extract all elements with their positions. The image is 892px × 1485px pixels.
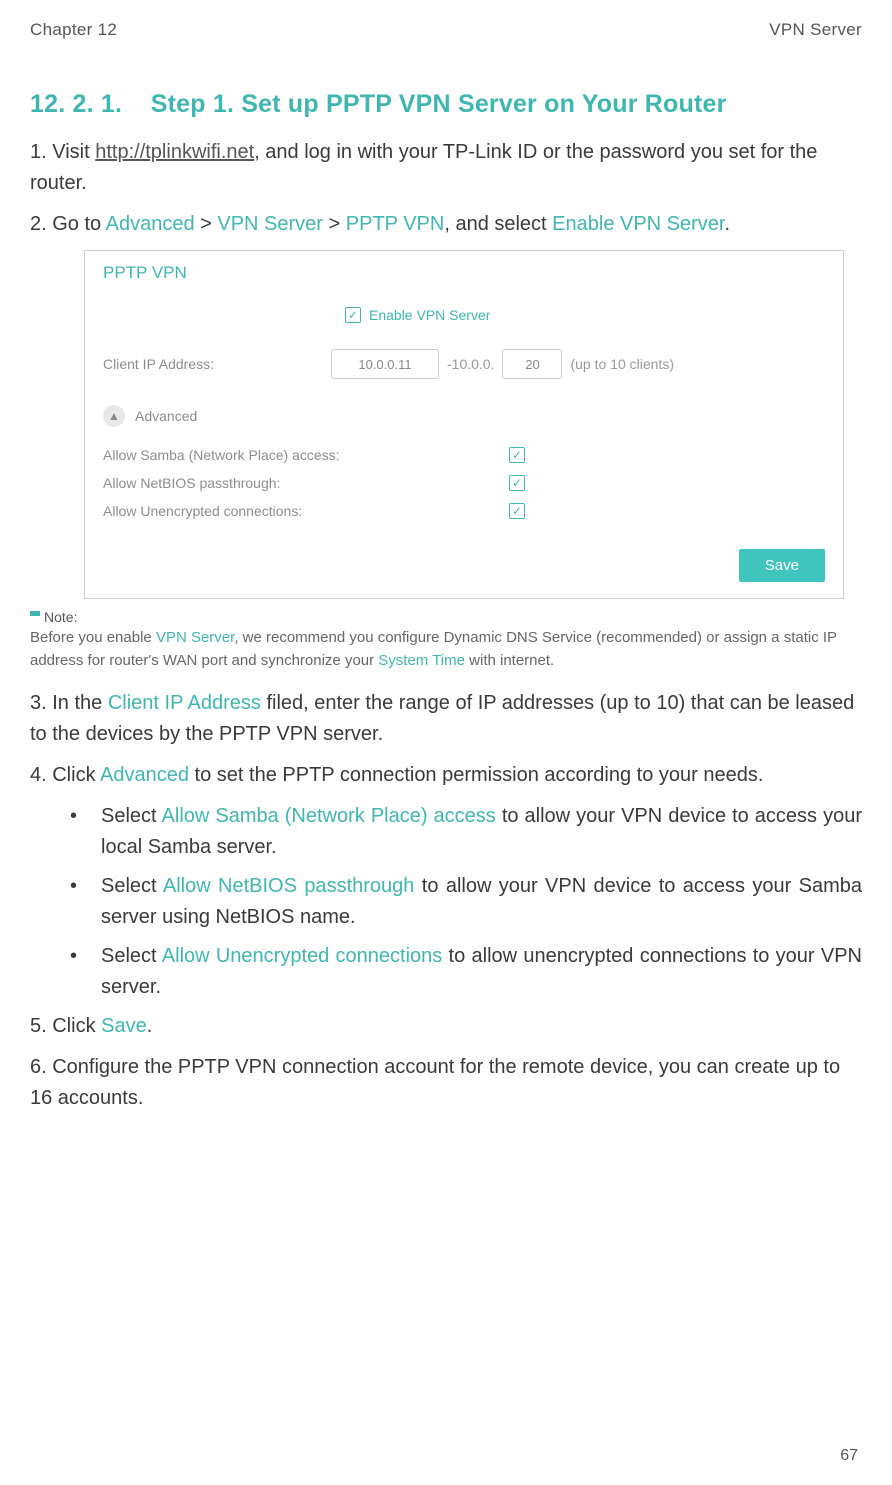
tplink-url[interactable]: http://tplinkwifi.net: [95, 141, 254, 163]
text: >: [195, 213, 218, 235]
text: 1. Visit: [30, 141, 95, 163]
hl-client-ip: Client IP Address: [108, 692, 261, 714]
text: Before you enable: [30, 629, 156, 646]
heading-number: 12. 2. 1.: [30, 90, 122, 118]
advanced-label: Advanced: [135, 408, 197, 424]
hl-allow-samba: Allow Samba (Network Place) access: [162, 805, 496, 827]
section-label: VPN Server: [769, 20, 862, 40]
text: Select: [101, 805, 162, 827]
nav-advanced: Advanced: [106, 213, 195, 235]
bullet-1: • Select Allow Samba (Network Place) acc…: [30, 801, 862, 863]
step-2: 2. Go to Advanced > VPN Server > PPTP VP…: [30, 209, 862, 240]
allow-netbios-label: Allow NetBIOS passthrough:: [103, 475, 413, 491]
allow-unencrypted-label: Allow Unencrypted connections:: [103, 503, 413, 519]
panel-title: PPTP VPN: [85, 251, 843, 301]
enable-vpn-checkbox[interactable]: ✓: [345, 307, 361, 323]
ip-range-prefix: -10.0.0.: [447, 356, 494, 372]
step-1: 1. Visit http://tplinkwifi.net, and log …: [30, 137, 862, 199]
allow-samba-row: Allow Samba (Network Place) access: ✓: [85, 441, 843, 469]
nav-pptp-vpn: PPTP VPN: [346, 213, 445, 235]
note-icon: [30, 611, 40, 621]
save-button[interactable]: Save: [739, 549, 825, 582]
text: >: [323, 213, 346, 235]
ip-hint: (up to 10 clients): [570, 356, 674, 372]
allow-netbios-checkbox[interactable]: ✓: [509, 475, 525, 491]
client-ip-start-input[interactable]: [331, 349, 439, 379]
text: Select: [101, 875, 163, 897]
text: , and select: [444, 213, 552, 235]
step-3: 3. In the Client IP Address filed, enter…: [30, 688, 862, 750]
enable-vpn-label: Enable VPN Server: [369, 307, 490, 323]
bullet-icon: •: [70, 871, 77, 933]
section-heading: 12. 2. 1. Step 1. Set up PPTP VPN Server…: [30, 90, 862, 119]
nav-enable-vpn: Enable VPN Server: [552, 213, 724, 235]
chevron-up-icon: ▲: [103, 405, 125, 427]
text: 5. Click: [30, 1015, 101, 1037]
step-4: 4. Click Advanced to set the PPTP connec…: [30, 760, 862, 791]
client-ip-label: Client IP Address:: [103, 356, 323, 372]
text: 4. Click: [30, 764, 100, 786]
note-vpn-server: VPN Server: [156, 629, 234, 646]
allow-unencrypted-checkbox[interactable]: ✓: [509, 503, 525, 519]
pptp-vpn-panel: PPTP VPN ✓ Enable VPN Server Client IP A…: [84, 250, 844, 599]
hl-allow-netbios: Allow NetBIOS passthrough: [163, 875, 415, 897]
allow-netbios-row: Allow NetBIOS passthrough: ✓: [85, 469, 843, 497]
client-ip-row: Client IP Address: -10.0.0. (up to 10 cl…: [85, 343, 843, 385]
step-6: 6. Configure the PPTP VPN connection acc…: [30, 1052, 862, 1114]
page-number: 67: [840, 1447, 858, 1465]
note-title-row: Note:: [30, 609, 862, 625]
note-body: Before you enable VPN Server, we recomme…: [30, 627, 862, 672]
text: .: [725, 213, 731, 235]
note-title: Note:: [44, 609, 77, 625]
bullet-3: • Select Allow Unencrypted connections t…: [30, 941, 862, 1003]
bullet-icon: •: [70, 801, 77, 863]
hl-allow-unenc: Allow Unencrypted connections: [162, 945, 442, 967]
page-header: Chapter 12 VPN Server: [30, 20, 862, 40]
bullet-2: • Select Allow NetBIOS passthrough to al…: [30, 871, 862, 933]
allow-samba-checkbox[interactable]: ✓: [509, 447, 525, 463]
advanced-toggle[interactable]: ▲ Advanced: [85, 385, 843, 441]
text: Select: [101, 945, 162, 967]
step-5: 5. Click Save.: [30, 1011, 862, 1042]
text: 3. In the: [30, 692, 108, 714]
note-system-time: System Time: [378, 652, 465, 669]
chapter-label: Chapter 12: [30, 20, 117, 40]
enable-vpn-row: ✓ Enable VPN Server: [85, 301, 843, 329]
text: with internet.: [465, 652, 554, 669]
hl-save: Save: [101, 1015, 147, 1037]
bullet-icon: •: [70, 941, 77, 1003]
text: 2. Go to: [30, 213, 106, 235]
client-ip-end-input[interactable]: [502, 349, 562, 379]
allow-samba-label: Allow Samba (Network Place) access:: [103, 447, 413, 463]
heading-title: Step 1. Set up PPTP VPN Server on Your R…: [151, 90, 727, 118]
save-row: Save: [85, 525, 843, 598]
hl-advanced: Advanced: [100, 764, 189, 786]
text: to set the PPTP connection permission ac…: [189, 764, 763, 786]
allow-unencrypted-row: Allow Unencrypted connections: ✓: [85, 497, 843, 525]
nav-vpn-server: VPN Server: [217, 213, 323, 235]
text: .: [147, 1015, 153, 1037]
